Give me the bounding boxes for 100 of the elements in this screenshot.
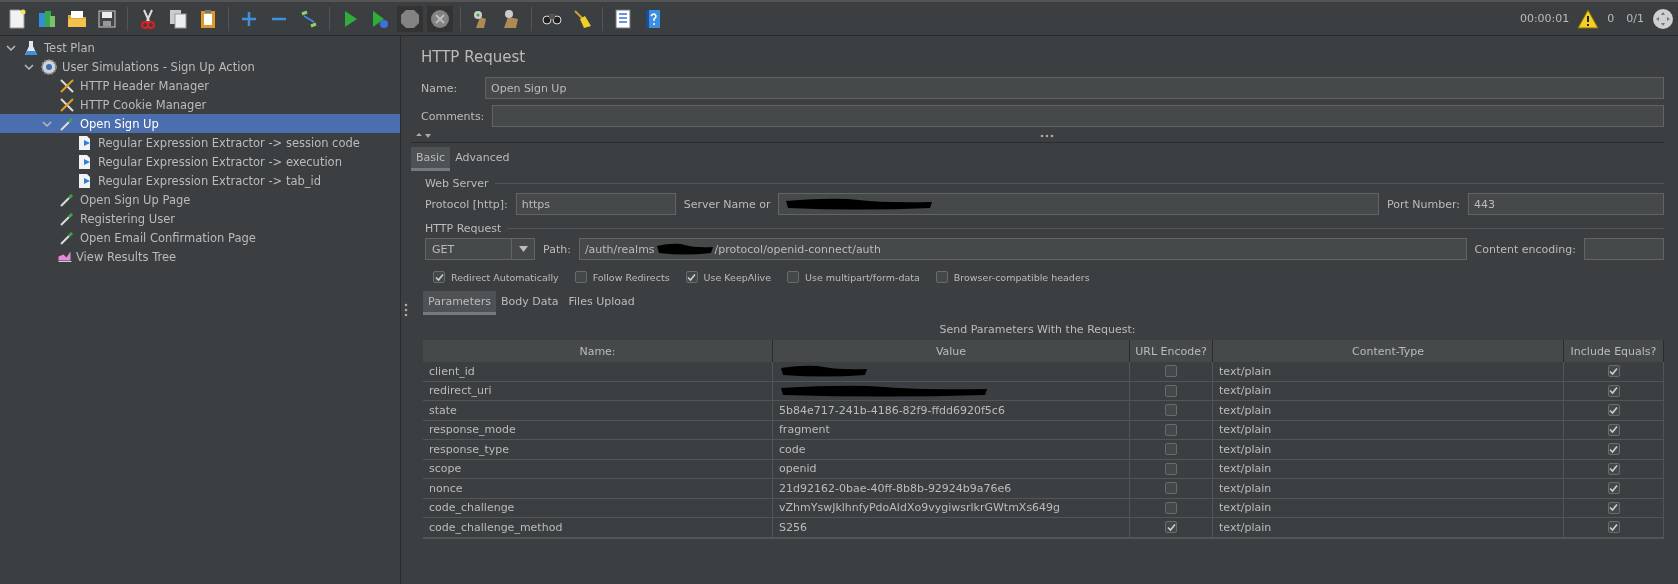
column-header[interactable]: Value [773, 340, 1130, 362]
checkbox[interactable] [1607, 365, 1620, 378]
table-cell: code_challenge_method [423, 518, 773, 538]
table-cell: code [773, 440, 1130, 460]
checkbox[interactable] [1607, 482, 1620, 495]
table-cell: fragment [773, 420, 1130, 440]
port-field[interactable]: 443 [1468, 193, 1664, 215]
tree-item[interactable]: Regular Expression Extractor -> tab_id [0, 171, 400, 190]
table-cell: text/plain [1213, 479, 1564, 499]
checkbox[interactable] [1607, 443, 1620, 456]
table-cell: text/plain [1213, 420, 1564, 440]
table-cell: client_id [423, 362, 773, 382]
field-label: Content encoding: [1474, 242, 1576, 256]
copy-icon [167, 7, 189, 30]
column-header[interactable]: Content-Type [1213, 340, 1564, 362]
table-cell: text/plain [1213, 440, 1564, 460]
checkbox[interactable] [1165, 462, 1177, 475]
server-name-field[interactable] [778, 193, 1379, 215]
comments-field[interactable] [492, 105, 1664, 127]
binoculars-icon [541, 12, 563, 25]
tree-item[interactable]: Registering User [0, 209, 400, 228]
column-header[interactable]: Name: [423, 340, 773, 362]
checkbox[interactable] [1165, 482, 1177, 495]
checkbox-label: Use multipart/form-data [805, 271, 920, 283]
checkbox[interactable] [433, 271, 445, 283]
checkbox[interactable] [787, 271, 800, 283]
path-field[interactable]: /auth/realms /protocol/openid-connect/auth [578, 238, 1467, 260]
tab[interactable]: Body Data [495, 291, 564, 315]
field-label: Server Name or [683, 197, 771, 211]
method-dropdown[interactable]: GET [425, 238, 535, 260]
checkbox-label: Redirect Automatically [451, 271, 559, 283]
checkbox[interactable] [1607, 404, 1620, 417]
table-cell: text/plain [1213, 498, 1564, 518]
checkbox[interactable] [574, 271, 587, 283]
checkbox[interactable] [1607, 501, 1620, 514]
warning-icon [1577, 8, 1600, 29]
checkbox[interactable] [1165, 501, 1177, 514]
chart-icon [58, 251, 72, 262]
table-cell: openid [773, 459, 1130, 479]
checkbox-label: Browser-compatible headers [953, 271, 1090, 283]
checkbox[interactable] [935, 271, 948, 283]
table-cell: text/plain [1213, 362, 1564, 382]
table-cell: vZhmYswJklhnfyPdoAldXo9vygiwsrlkrGWtmXs649g [773, 498, 1130, 518]
checkbox[interactable] [1165, 404, 1177, 417]
checkbox[interactable] [1607, 521, 1620, 534]
checkbox[interactable] [1165, 521, 1177, 534]
tree-item[interactable]: HTTP Header Manager [0, 76, 400, 95]
encoding-field[interactable] [1584, 238, 1664, 260]
table-cell: S256 [773, 518, 1130, 538]
tree-item[interactable]: Open Sign Up [0, 114, 400, 133]
checkbox[interactable] [1607, 462, 1620, 475]
group-title: HTTP Request [425, 222, 502, 235]
protocol-field[interactable]: https [515, 193, 676, 215]
checkbox[interactable] [1165, 365, 1177, 378]
table-cell: state [423, 401, 773, 421]
field-label: Protocol [http]: [425, 197, 508, 211]
tab[interactable]: Files Upload [563, 291, 640, 315]
checkbox[interactable] [1165, 443, 1177, 456]
drag-handle-icon[interactable] [404, 303, 408, 317]
tree-item[interactable]: Test Plan [0, 38, 400, 57]
status-indicator-icon [1652, 7, 1674, 30]
new-file-icon [6, 7, 28, 30]
checkbox[interactable] [1165, 423, 1177, 436]
drag-handle-icon[interactable] [1039, 134, 1054, 138]
field-label: Name: [421, 81, 459, 95]
column-header[interactable]: Include Equals? [1564, 340, 1664, 362]
tree-item[interactable]: Regular Expression Extractor -> session code [0, 133, 400, 152]
tab[interactable]: Advanced [450, 147, 515, 171]
tree-item[interactable]: Regular Expression Extractor -> execution [0, 152, 400, 171]
caret-icon [518, 246, 528, 252]
table-cell: text/plain [1213, 459, 1564, 479]
tree-item[interactable]: View Results Tree [0, 247, 400, 266]
checkbox-label: Use KeepAlive [703, 271, 772, 283]
column-header[interactable]: URL Encode? [1130, 340, 1213, 362]
tree-item[interactable]: HTTP Cookie Manager [0, 95, 400, 114]
tree-item[interactable]: Open Sign Up Page [0, 190, 400, 209]
minus-icon [271, 16, 287, 21]
warning-count: 0 [1607, 12, 1615, 25]
tab[interactable]: Basic [411, 147, 451, 171]
broom-icon [571, 7, 593, 30]
table-cell: 5b84e717-241b-4186-82f9-ffdd6920f5c6 [773, 401, 1130, 421]
collapse-arrows-icon[interactable] [415, 132, 433, 140]
table-cell: text/plain [1213, 518, 1564, 538]
panel-title: HTTP Request [420, 47, 527, 68]
checkbox[interactable] [1607, 423, 1620, 436]
table-cell: response_mode [423, 420, 773, 440]
checkbox[interactable] [1165, 384, 1177, 397]
checkbox[interactable] [1607, 384, 1620, 397]
table-cell: 21d92162-0bae-40ff-8b8b-92924b9a76e6 [773, 479, 1130, 499]
name-field[interactable]: Open Sign Up [485, 77, 1664, 99]
table-cell: scope [423, 459, 773, 479]
thread-count: 0/1 [1626, 12, 1644, 25]
tree-item[interactable]: Open Email Confirmation Page [0, 228, 400, 247]
field-label: Comments: [421, 109, 485, 123]
group-title: Web Server [425, 177, 489, 190]
table-cell: response_type [423, 440, 773, 460]
checkbox[interactable] [685, 271, 698, 283]
elapsed-time: 00:00:01 [1519, 12, 1570, 25]
tree-item[interactable]: User Simulations - Sign Up Action [0, 57, 400, 76]
tab[interactable]: Parameters [423, 291, 496, 315]
